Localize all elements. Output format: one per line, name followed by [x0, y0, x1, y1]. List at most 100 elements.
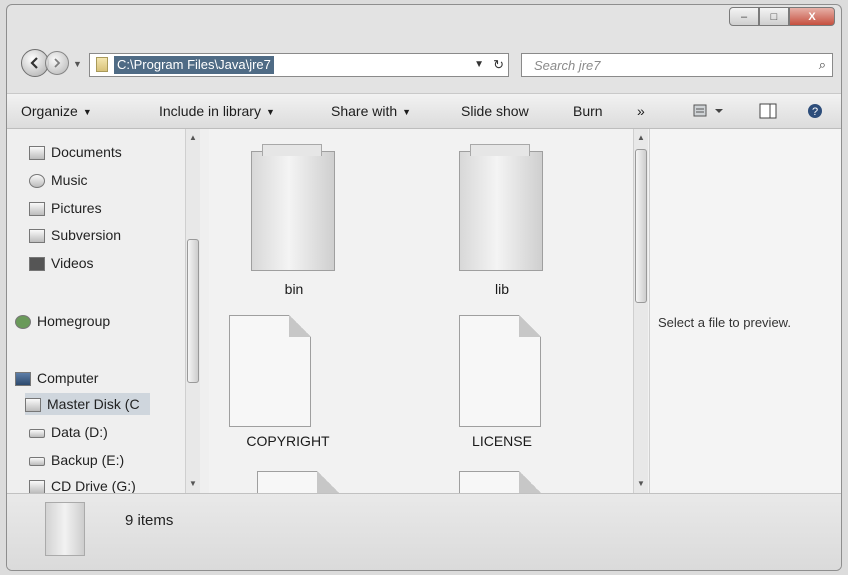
change-view-button[interactable] [693, 103, 727, 122]
scrollbar-thumb[interactable] [187, 239, 199, 383]
details-pane: 9 items [7, 493, 841, 570]
nav-item-data-drive[interactable]: Data (D:) [29, 421, 108, 443]
pictures-icon [29, 202, 45, 217]
share-with-button[interactable]: Share with ▼ [331, 103, 411, 119]
file-icon[interactable] [459, 471, 541, 493]
nav-item-homegroup[interactable]: Homegroup [15, 310, 110, 332]
file-icon[interactable] [257, 471, 339, 493]
folder-icon [251, 144, 335, 271]
help-icon: ? [808, 104, 822, 118]
preview-pane: Select a file to preview. [649, 129, 841, 493]
nav-item-label: Master Disk (C [47, 396, 140, 412]
svg-text:?: ? [812, 106, 818, 118]
nav-item-label: Videos [51, 255, 94, 271]
folder-item-lib[interactable]: lib [437, 144, 567, 301]
homegroup-icon [15, 315, 31, 330]
file-name: lib [494, 281, 509, 297]
videos-icon [29, 257, 45, 272]
nav-item-label: Documents [51, 144, 122, 160]
chevron-down-icon: ▼ [265, 107, 275, 118]
preview-message: Select a file to preview. [658, 315, 791, 330]
folder-item-bin[interactable]: bin [229, 144, 359, 301]
organize-button[interactable]: Organize ▼ [21, 103, 92, 119]
item-count: 9 items [125, 512, 174, 529]
file-list-scrollbar[interactable]: ▲ ▼ [633, 129, 648, 493]
file-item-copyright[interactable]: COPYRIGHT [209, 315, 339, 457]
include-in-library-button[interactable]: Include in library ▼ [159, 103, 275, 119]
navigation-pane: Documents Music Pictures Subversion Vide… [7, 129, 209, 493]
caption-buttons: – □ X [729, 7, 835, 26]
command-bar: Organize ▼ Include in library ▼ Share with… [7, 93, 841, 129]
nav-item-music[interactable]: Music [29, 169, 88, 191]
minimize-button[interactable]: – [729, 7, 759, 26]
recent-pages-dropdown-icon[interactable]: ▼ [73, 59, 82, 69]
help-button[interactable]: ? [807, 103, 823, 122]
computer-icon [15, 372, 31, 387]
address-path[interactable]: C:\Program Files\Java\jre7 [114, 56, 274, 74]
search-box[interactable]: Search jre7 ⌕ [521, 53, 833, 77]
file-name: LICENSE [472, 433, 532, 449]
slide-show-button[interactable]: Slide show [461, 103, 529, 119]
folder-icon [96, 57, 108, 72]
scroll-up-icon[interactable]: ▲ [189, 133, 197, 142]
nav-item-label: Music [51, 172, 88, 188]
burn-button[interactable]: Burn [573, 103, 603, 119]
music-icon [29, 174, 45, 189]
file-icon [459, 315, 541, 427]
explorer-window: – □ X ▼ C:\Program Files\Java\jre7 ▼ ↻ S… [6, 4, 842, 571]
nav-item-label: Data (D:) [51, 424, 108, 440]
nav-item-master-disk[interactable]: Master Disk (C [25, 393, 150, 415]
file-name: bin [284, 281, 304, 297]
nav-item-cd-drive[interactable]: CD Drive (G:) [29, 475, 136, 493]
preview-pane-button[interactable] [759, 103, 777, 122]
file-name: COPYRIGHT [246, 433, 330, 449]
nav-item-videos[interactable]: Videos [29, 252, 94, 274]
title-bar: – □ X [7, 5, 841, 41]
drive-c-icon [25, 398, 41, 413]
documents-icon [29, 146, 45, 161]
chevron-down-icon: ▼ [402, 107, 412, 118]
folder-icon [459, 144, 543, 271]
nav-item-subversion[interactable]: Subversion [29, 224, 121, 246]
back-arrow-icon [30, 57, 38, 69]
address-dropdown-icon[interactable]: ▼ [474, 59, 484, 70]
scrollbar-thumb[interactable] [635, 149, 647, 303]
nav-item-backup-drive[interactable]: Backup (E:) [29, 449, 124, 471]
nav-item-documents[interactable]: Documents [29, 141, 122, 163]
nav-item-label: Homegroup [37, 313, 111, 329]
view-options-icon [693, 104, 723, 117]
cd-drive-icon [29, 480, 45, 493]
nav-item-computer[interactable]: Computer [15, 367, 98, 389]
nav-item-pictures[interactable]: Pictures [29, 197, 102, 219]
drive-icon [29, 428, 45, 438]
preview-pane-icon [759, 103, 777, 119]
chevron-down-icon: ▼ [82, 107, 92, 118]
forward-arrow-icon [54, 58, 61, 68]
search-placeholder: Search jre7 [534, 58, 601, 73]
folder-icon [45, 502, 85, 556]
address-row: ▼ C:\Program Files\Java\jre7 ▼ ↻ Search … [7, 41, 841, 81]
nav-item-label: CD Drive (G:) [51, 478, 136, 493]
file-item-license[interactable]: LICENSE [437, 315, 567, 457]
close-button[interactable]: X [789, 7, 835, 26]
scroll-down-icon[interactable]: ▼ [637, 479, 645, 488]
scroll-up-icon[interactable]: ▲ [637, 133, 645, 142]
organize-label: Organize [21, 103, 78, 119]
maximize-button[interactable]: □ [759, 7, 789, 26]
share-with-label: Share with [331, 103, 398, 119]
forward-button[interactable] [45, 51, 69, 75]
nav-item-label: Pictures [51, 200, 102, 216]
file-icon [229, 315, 311, 427]
drive-icon [29, 456, 45, 466]
nav-item-label: Computer [37, 370, 99, 386]
nav-item-label: Backup (E:) [51, 452, 125, 468]
subversion-icon [29, 229, 45, 244]
navigation-scrollbar[interactable]: ▲ ▼ [185, 129, 200, 493]
search-icon[interactable]: ⌕ [819, 57, 826, 73]
address-bar[interactable]: C:\Program Files\Java\jre7 ▼ ↻ [89, 53, 509, 77]
refresh-icon[interactable]: ↻ [493, 57, 504, 73]
scroll-down-icon[interactable]: ▼ [189, 479, 197, 488]
more-commands-button[interactable]: » [637, 103, 645, 119]
include-in-library-label: Include in library [159, 103, 261, 119]
file-list-pane: bin lib COPYRIGHT LICENSE ▲ ▼ [209, 129, 649, 493]
